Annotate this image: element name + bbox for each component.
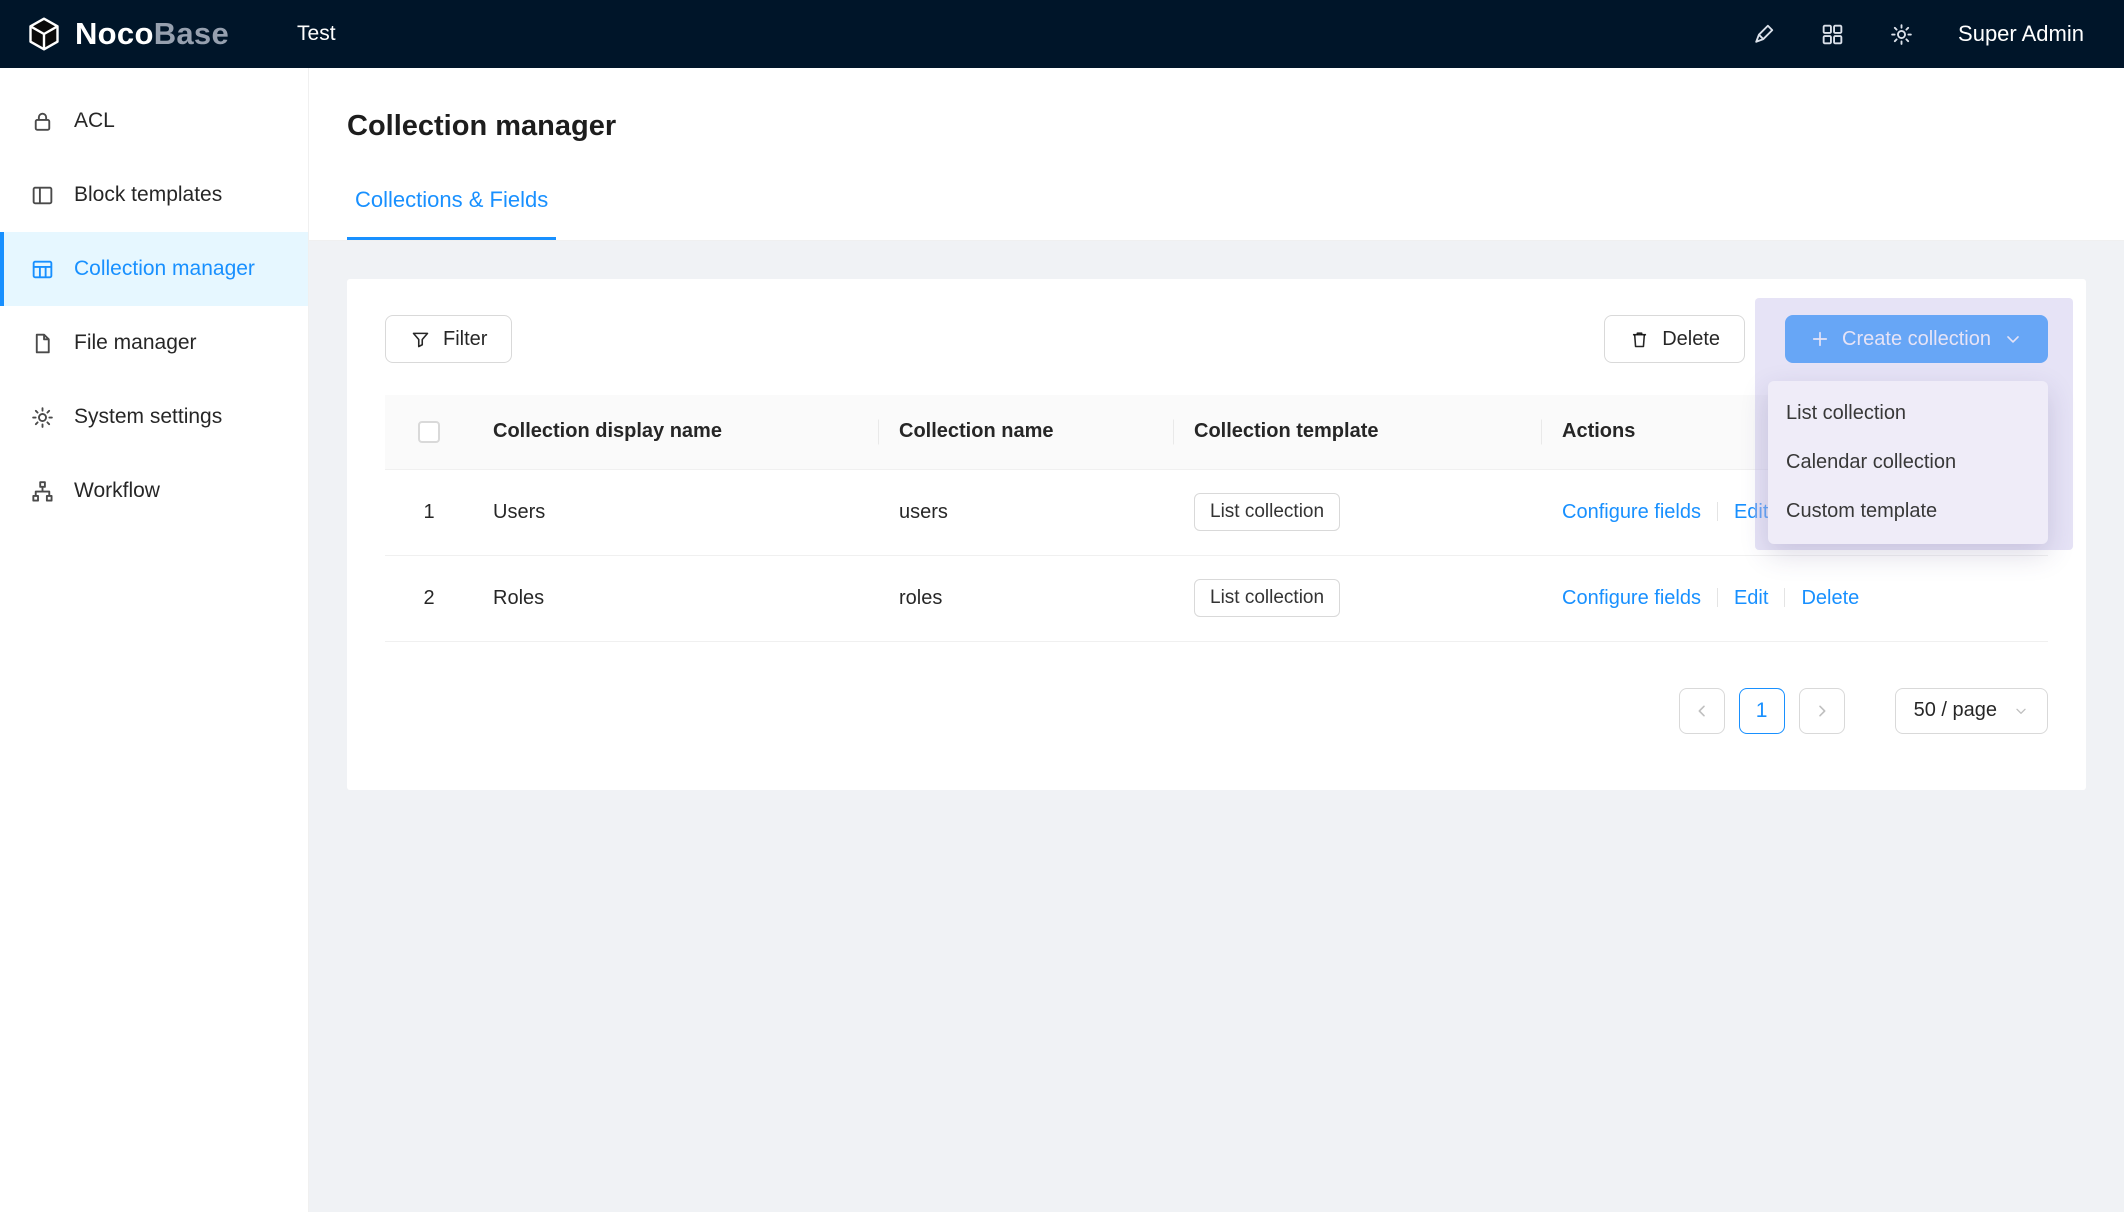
lock-icon xyxy=(30,109,55,134)
create-collection-dropdown: List collection Calendar collection Cust… xyxy=(1768,381,2048,544)
create-collection-label: Create collection xyxy=(1842,328,1991,351)
action-divider xyxy=(1717,502,1718,521)
tab-bar: Collections & Fields xyxy=(347,187,2086,240)
sidebar-item-label: Collection manager xyxy=(74,257,255,281)
content-area: Filter Delete xyxy=(309,241,2124,1212)
row-display-name: Roles xyxy=(473,555,879,641)
top-nav-test[interactable]: Test xyxy=(287,22,346,46)
brand-text: NocoBase xyxy=(75,16,229,52)
page-size-value: 50 / page xyxy=(1914,699,1997,722)
page-size-select[interactable]: 50 / page xyxy=(1895,688,2048,734)
pagination-next-button[interactable] xyxy=(1799,688,1845,734)
sidebar-item-collection-manager[interactable]: Collection manager xyxy=(0,232,308,306)
pagination: 1 50 / page xyxy=(385,688,2048,734)
plus-icon xyxy=(1810,329,1830,349)
row-index: 2 xyxy=(385,555,473,641)
configure-fields-link[interactable]: Configure fields xyxy=(1562,501,1701,523)
create-collection-button[interactable]: Create collection xyxy=(1785,315,2048,363)
pagination-page-1[interactable]: 1 xyxy=(1739,688,1785,734)
column-collection-template: Collection template xyxy=(1174,395,1542,469)
cube-logo-icon xyxy=(26,16,62,52)
table-icon xyxy=(30,257,55,282)
collections-card: Filter Delete xyxy=(347,279,2086,790)
row-collection-name: roles xyxy=(879,555,1174,641)
column-display-name: Collection display name xyxy=(473,395,879,469)
gear-icon xyxy=(30,405,55,430)
filter-button-label: Filter xyxy=(443,328,487,351)
current-user[interactable]: Super Admin xyxy=(1958,21,2084,47)
column-collection-name: Collection name xyxy=(879,395,1174,469)
sidebar-item-block-templates[interactable]: Block templates xyxy=(0,158,308,232)
table-row: 2 Roles roles List collection Configure … xyxy=(385,555,2048,641)
plugins-grid-icon[interactable] xyxy=(1820,22,1845,47)
tab-collections-fields[interactable]: Collections & Fields xyxy=(347,187,556,240)
template-tag: List collection xyxy=(1194,579,1340,617)
sidebar-item-system-settings[interactable]: System settings xyxy=(0,380,308,454)
delete-button[interactable]: Delete xyxy=(1604,315,1745,363)
sidebar-item-label: System settings xyxy=(74,405,222,429)
designer-pen-icon[interactable] xyxy=(1751,22,1776,47)
template-tag: List collection xyxy=(1194,493,1340,531)
action-divider xyxy=(1717,588,1718,607)
main-area: Collection manager Collections & Fields … xyxy=(309,68,2124,1212)
filter-button[interactable]: Filter xyxy=(385,315,512,363)
settings-gear-icon[interactable] xyxy=(1889,22,1914,47)
nocobase-logo[interactable]: NocoBase xyxy=(26,16,229,52)
sidebar-item-workflow[interactable]: Workflow xyxy=(0,454,308,528)
edit-link[interactable]: Edit xyxy=(1734,501,1768,523)
delete-link[interactable]: Delete xyxy=(1801,587,1859,609)
configure-fields-link[interactable]: Configure fields xyxy=(1562,587,1701,609)
sidebar-item-label: ACL xyxy=(74,109,115,133)
toolbar-right: Delete Create collection xyxy=(1604,315,2048,363)
action-divider xyxy=(1784,588,1785,607)
menu-item-list-collection[interactable]: List collection xyxy=(1768,389,2048,438)
menu-item-calendar-collection[interactable]: Calendar collection xyxy=(1768,438,2048,487)
page-title: Collection manager xyxy=(347,110,2086,143)
table-toolbar: Filter Delete xyxy=(385,315,2048,363)
workflow-icon xyxy=(30,479,55,504)
top-right-actions: Super Admin xyxy=(1751,21,2084,47)
top-bar: NocoBase Test Super Admin xyxy=(0,0,2124,68)
sidebar-item-label: File manager xyxy=(74,331,197,355)
row-actions: Configure fields Edit Delete xyxy=(1542,555,2048,641)
edit-link[interactable]: Edit xyxy=(1734,587,1768,609)
sidebar-item-file-manager[interactable]: File manager xyxy=(0,306,308,380)
row-index: 1 xyxy=(385,469,473,555)
sidebar-item-label: Workflow xyxy=(74,479,160,503)
header-checkbox-cell xyxy=(385,395,473,469)
file-icon xyxy=(30,331,55,356)
pagination-prev-button[interactable] xyxy=(1679,688,1725,734)
page-header: Collection manager Collections & Fields xyxy=(309,68,2124,241)
row-collection-name: users xyxy=(879,469,1174,555)
chevron-down-icon xyxy=(2003,329,2023,349)
menu-item-custom-template[interactable]: Custom template xyxy=(1768,487,2048,536)
settings-sidebar: ACL Block templates Collection manager xyxy=(0,68,309,1212)
trash-icon xyxy=(1629,329,1650,350)
select-all-checkbox[interactable] xyxy=(418,421,440,443)
layout-icon xyxy=(30,183,55,208)
sidebar-item-label: Block templates xyxy=(74,183,222,207)
sidebar-item-acl[interactable]: ACL xyxy=(0,84,308,158)
filter-icon xyxy=(410,329,431,350)
row-display-name: Users xyxy=(473,469,879,555)
delete-button-label: Delete xyxy=(1662,328,1720,351)
